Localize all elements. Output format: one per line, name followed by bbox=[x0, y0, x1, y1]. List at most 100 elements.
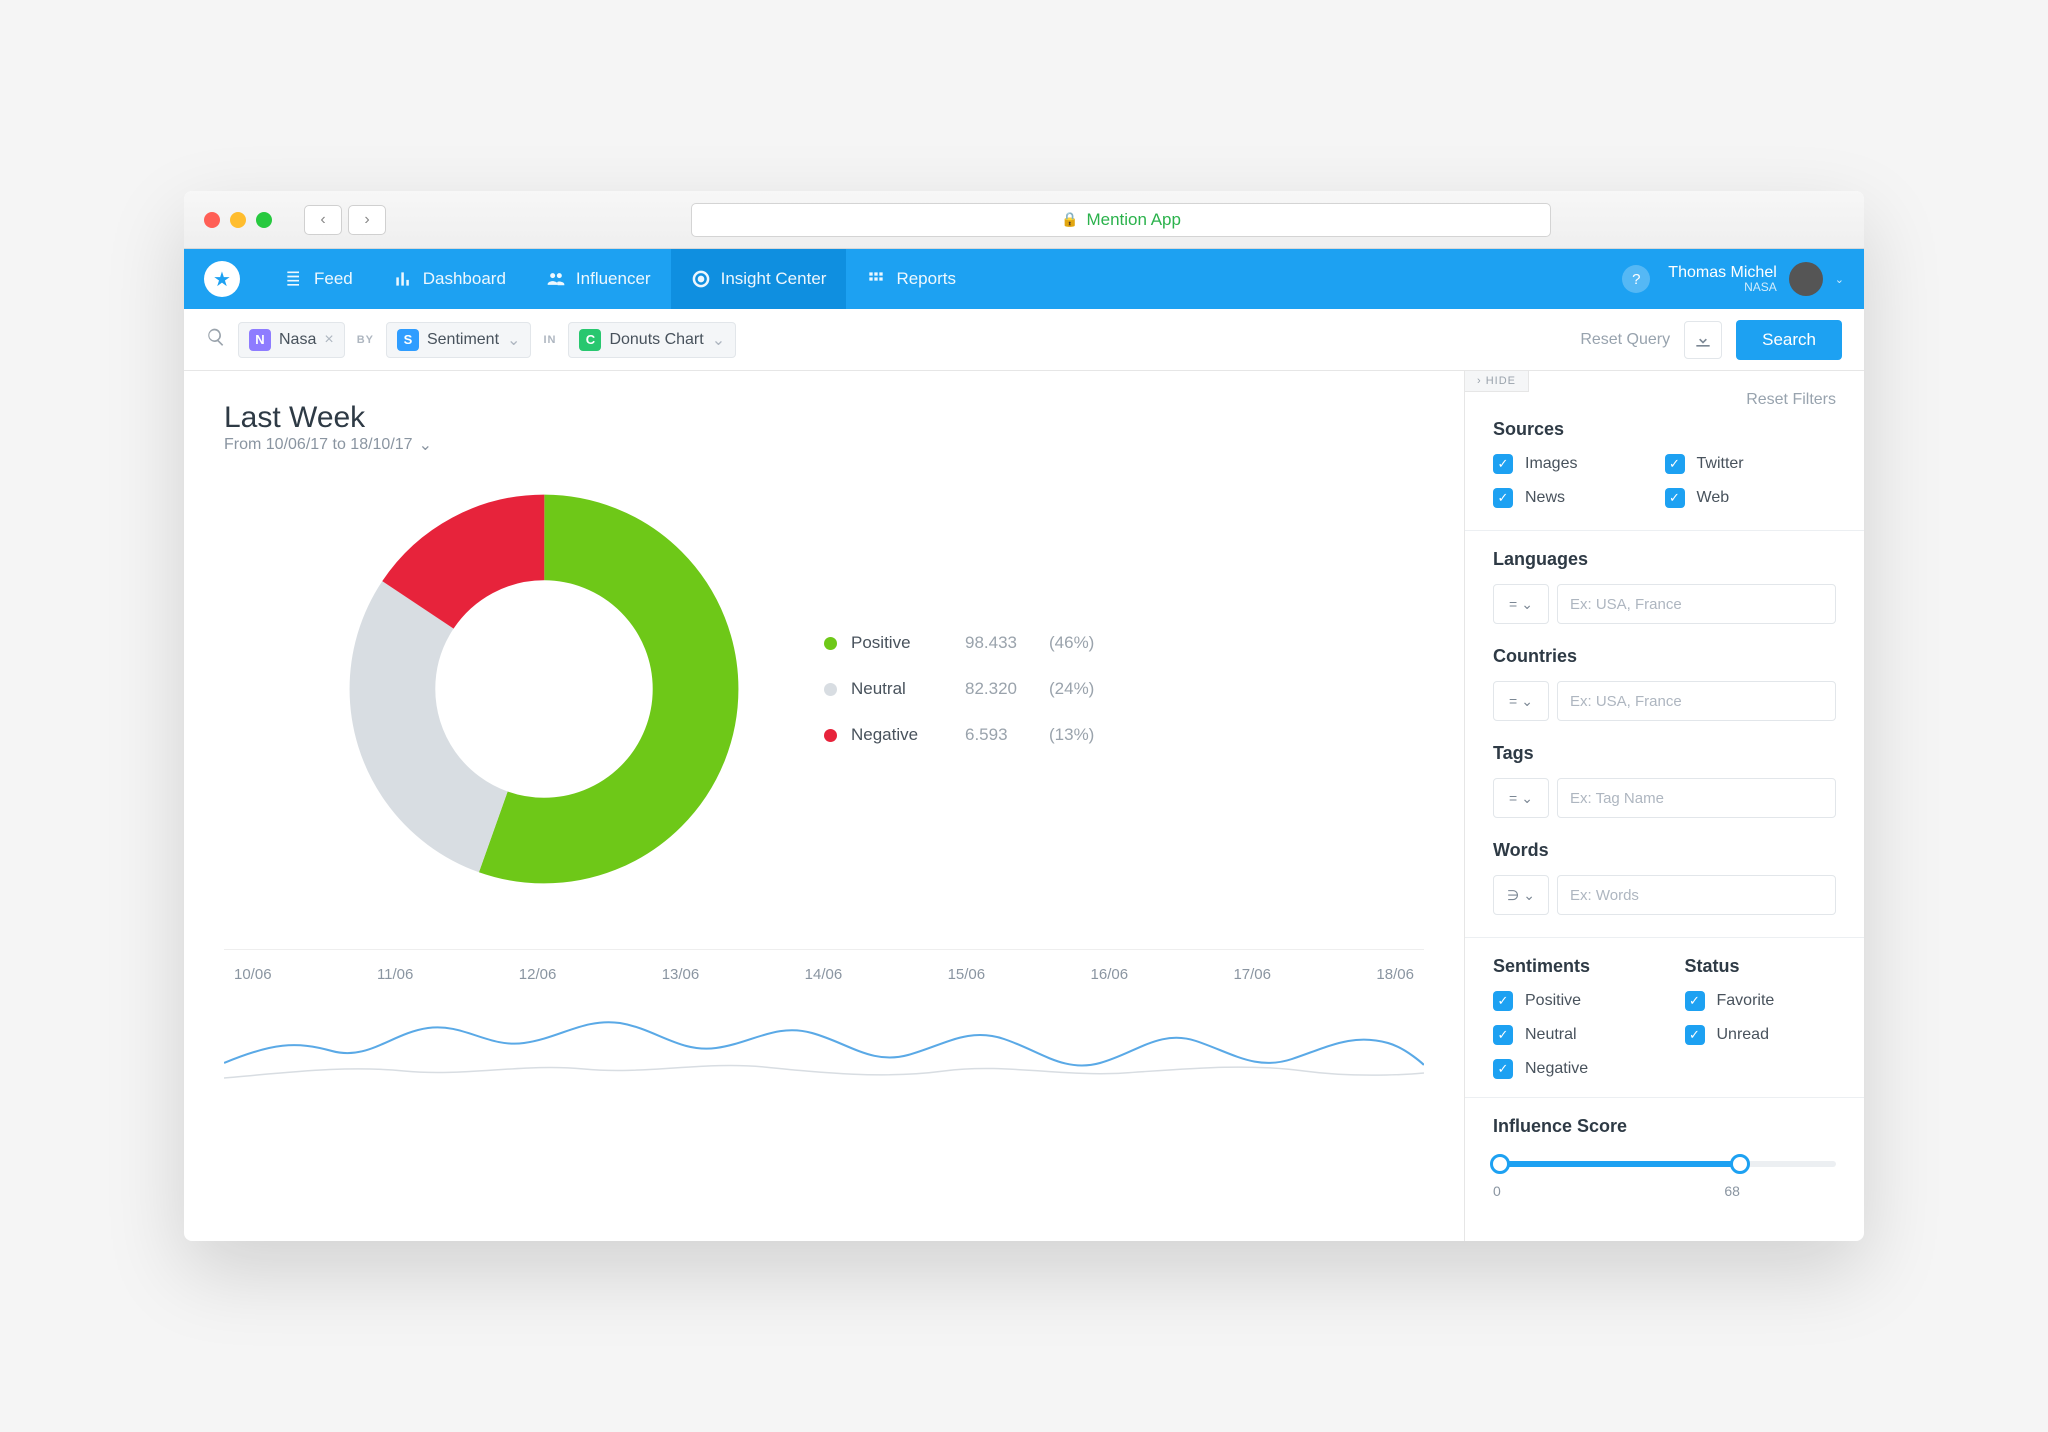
reset-filters-link[interactable]: Reset Filters bbox=[1746, 391, 1836, 409]
lock-icon: 🔒 bbox=[1061, 211, 1078, 228]
search-button[interactable]: Search bbox=[1736, 320, 1842, 360]
source-item[interactable]: ✓News bbox=[1493, 488, 1665, 508]
status-item[interactable]: ✓Unread bbox=[1685, 1025, 1837, 1045]
maximize-window-icon[interactable] bbox=[256, 212, 272, 228]
checkbox-label: Favorite bbox=[1717, 992, 1775, 1010]
help-button[interactable]: ? bbox=[1622, 265, 1650, 293]
legend-value: 98.433 bbox=[965, 633, 1035, 653]
checkbox-label: Negative bbox=[1525, 1060, 1588, 1078]
nav-label: Dashboard bbox=[423, 269, 506, 289]
legend-color-icon bbox=[824, 637, 837, 650]
sources-list: ✓Images✓Twitter✓News✓Web bbox=[1493, 454, 1836, 508]
sentiment-item[interactable]: ✓Neutral bbox=[1493, 1025, 1645, 1045]
nav-item-influencer[interactable]: Influencer bbox=[526, 249, 671, 309]
top-nav: ★ Feed Dashboard Influencer Insight Cent… bbox=[184, 249, 1864, 309]
hide-panel-button[interactable]: › HIDE bbox=[1464, 371, 1529, 392]
words-input[interactable] bbox=[1557, 875, 1836, 915]
slider-max-thumb[interactable] bbox=[1730, 1154, 1750, 1174]
alert-badge: N bbox=[249, 329, 271, 351]
legend-value: 6.593 bbox=[965, 725, 1035, 745]
timeline-tick: 14/06 bbox=[805, 966, 843, 983]
chevron-down-icon: ⌄ bbox=[1521, 693, 1533, 710]
chart-pill[interactable]: C Donuts Chart ⌄ bbox=[568, 322, 736, 358]
close-icon[interactable]: × bbox=[324, 331, 333, 349]
chart-label: Donuts Chart bbox=[609, 331, 703, 349]
chevron-down-icon: ⌄ bbox=[1521, 790, 1533, 807]
nav-label: Insight Center bbox=[721, 269, 827, 289]
user-menu[interactable]: Thomas Michel NASA ⌄ bbox=[1668, 262, 1844, 296]
brand-logo[interactable]: ★ bbox=[204, 261, 240, 297]
timeline-labels: 10/0611/0612/0613/0614/0615/0616/0617/06… bbox=[224, 966, 1424, 983]
date-range[interactable]: From 10/06/17 to 18/10/17 ⌄ bbox=[224, 435, 1424, 455]
chevron-down-icon: ⌄ bbox=[419, 435, 432, 455]
search-icon[interactable] bbox=[206, 327, 226, 353]
influence-max: 68 bbox=[1724, 1183, 1740, 1199]
nav-item-dashboard[interactable]: Dashboard bbox=[373, 249, 526, 309]
main-panel: Last Week From 10/06/17 to 18/10/17 ⌄ Po… bbox=[184, 371, 1464, 1241]
languages-op[interactable]: =⌄ bbox=[1493, 584, 1549, 624]
avatar bbox=[1789, 262, 1823, 296]
alert-pill[interactable]: N Nasa × bbox=[238, 322, 345, 358]
download-button[interactable] bbox=[1684, 321, 1722, 359]
content: Last Week From 10/06/17 to 18/10/17 ⌄ Po… bbox=[184, 371, 1864, 1241]
url-bar[interactable]: 🔒 Mention App bbox=[691, 203, 1551, 237]
tags-op[interactable]: =⌄ bbox=[1493, 778, 1549, 818]
checkbox-label: Neutral bbox=[1525, 1026, 1577, 1044]
legend-pct: (24%) bbox=[1049, 679, 1094, 699]
segment-pill[interactable]: S Sentiment ⌄ bbox=[386, 322, 531, 358]
checkbox-label: News bbox=[1525, 489, 1565, 507]
legend-label: Negative bbox=[851, 725, 951, 745]
timeline-tick: 11/06 bbox=[377, 966, 413, 983]
status-list: ✓Favorite✓Unread bbox=[1685, 991, 1837, 1045]
url-text: Mention App bbox=[1086, 210, 1181, 230]
legend-pct: (46%) bbox=[1049, 633, 1094, 653]
timeline-tick: 17/06 bbox=[1233, 966, 1271, 983]
status-item[interactable]: ✓Favorite bbox=[1685, 991, 1837, 1011]
words-filter: Words ∋⌄ bbox=[1493, 840, 1836, 915]
nav-item-feed[interactable]: Feed bbox=[264, 249, 373, 309]
timeline-tick: 10/06 bbox=[234, 966, 272, 983]
timeline-chart bbox=[224, 993, 1424, 1103]
sentiment-item[interactable]: ✓ Negative bbox=[1493, 1059, 1645, 1079]
source-item[interactable]: ✓Twitter bbox=[1665, 454, 1837, 474]
influence-slider[interactable] bbox=[1493, 1151, 1836, 1179]
timeline-tick: 16/06 bbox=[1091, 966, 1129, 983]
words-op[interactable]: ∋⌄ bbox=[1493, 875, 1549, 915]
legend-item[interactable]: Positive 98.433 (46%) bbox=[824, 633, 1094, 653]
page-title: Last Week bbox=[224, 401, 1424, 435]
users-icon bbox=[546, 269, 566, 289]
timeline-area: 10/0611/0612/0613/0614/0615/0616/0617/06… bbox=[224, 949, 1424, 1108]
legend-label: Positive bbox=[851, 633, 951, 653]
tags-input[interactable] bbox=[1557, 778, 1836, 818]
timeline-tick: 15/06 bbox=[948, 966, 986, 983]
status-title: Status bbox=[1685, 956, 1837, 977]
app-window: ‹ › 🔒 Mention App ★ Feed Dashboard Influ… bbox=[184, 191, 1864, 1241]
legend-color-icon bbox=[824, 683, 837, 696]
nav-item-reports[interactable]: Reports bbox=[846, 249, 976, 309]
checkbox-icon: ✓ bbox=[1493, 1059, 1513, 1079]
nav-label: Reports bbox=[896, 269, 956, 289]
chevron-down-icon: ⌄ bbox=[712, 330, 725, 350]
source-item[interactable]: ✓Images bbox=[1493, 454, 1665, 474]
sentiment-item[interactable]: ✓Positive bbox=[1493, 991, 1645, 1011]
checkbox-icon: ✓ bbox=[1685, 1025, 1705, 1045]
source-item[interactable]: ✓Web bbox=[1665, 488, 1837, 508]
countries-op[interactable]: =⌄ bbox=[1493, 681, 1549, 721]
in-label: IN bbox=[543, 334, 556, 346]
close-window-icon[interactable] bbox=[204, 212, 220, 228]
reset-query-link[interactable]: Reset Query bbox=[1580, 331, 1670, 349]
countries-input[interactable] bbox=[1557, 681, 1836, 721]
legend-item[interactable]: Neutral82.320(24%) bbox=[824, 679, 1094, 699]
back-button[interactable]: ‹ bbox=[304, 205, 342, 235]
sources-title: Sources bbox=[1493, 419, 1836, 440]
legend-item[interactable]: Negative6.593(13%) bbox=[824, 725, 1094, 745]
nav-item-insight-center[interactable]: Insight Center bbox=[671, 249, 847, 309]
languages-input[interactable] bbox=[1557, 584, 1836, 624]
forward-button[interactable]: › bbox=[348, 205, 386, 235]
minimize-window-icon[interactable] bbox=[230, 212, 246, 228]
legend-value: 82.320 bbox=[965, 679, 1035, 699]
titlebar: ‹ › 🔒 Mention App bbox=[184, 191, 1864, 249]
slider-min-thumb[interactable] bbox=[1490, 1154, 1510, 1174]
target-icon bbox=[691, 269, 711, 289]
chevron-down-icon: ⌄ bbox=[1521, 596, 1533, 613]
